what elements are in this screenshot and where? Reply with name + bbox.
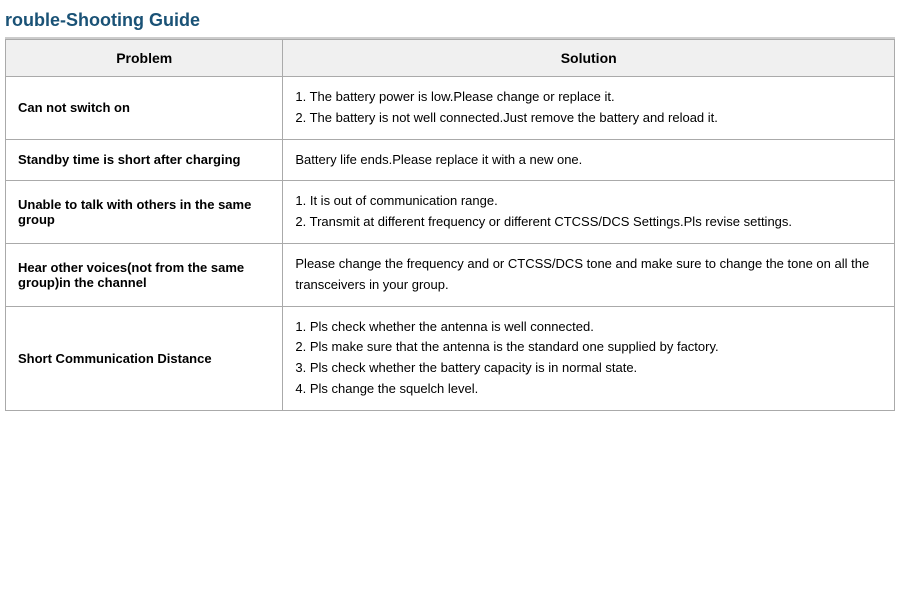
header-problem: Problem <box>6 40 283 77</box>
solution-cell: Battery life ends.Please replace it with… <box>283 139 895 181</box>
table-row: Can not switch on1. The battery power is… <box>6 77 895 140</box>
table-row: Standby time is short after chargingBatt… <box>6 139 895 181</box>
solution-cell: Please change the frequency and or CTCSS… <box>283 243 895 306</box>
table-row: Unable to talk with others in the same g… <box>6 181 895 244</box>
solution-cell: 1. It is out of communication range.2. T… <box>283 181 895 244</box>
problem-cell: Short Communication Distance <box>6 306 283 410</box>
problem-cell: Standby time is short after charging <box>6 139 283 181</box>
table-row: Short Communication Distance1. Pls check… <box>6 306 895 410</box>
solution-cell: 1. The battery power is low.Please chang… <box>283 77 895 140</box>
header-solution: Solution <box>283 40 895 77</box>
table-row: Hear other voices(not from the same grou… <box>6 243 895 306</box>
troubleshooting-table: Problem Solution Can not switch on1. The… <box>5 39 895 411</box>
problem-cell: Can not switch on <box>6 77 283 140</box>
solution-cell: 1. Pls check whether the antenna is well… <box>283 306 895 410</box>
problem-cell: Unable to talk with others in the same g… <box>6 181 283 244</box>
page-container: rouble-Shooting Guide Problem Solution C… <box>0 0 900 421</box>
page-title: rouble-Shooting Guide <box>5 10 895 39</box>
problem-cell: Hear other voices(not from the same grou… <box>6 243 283 306</box>
